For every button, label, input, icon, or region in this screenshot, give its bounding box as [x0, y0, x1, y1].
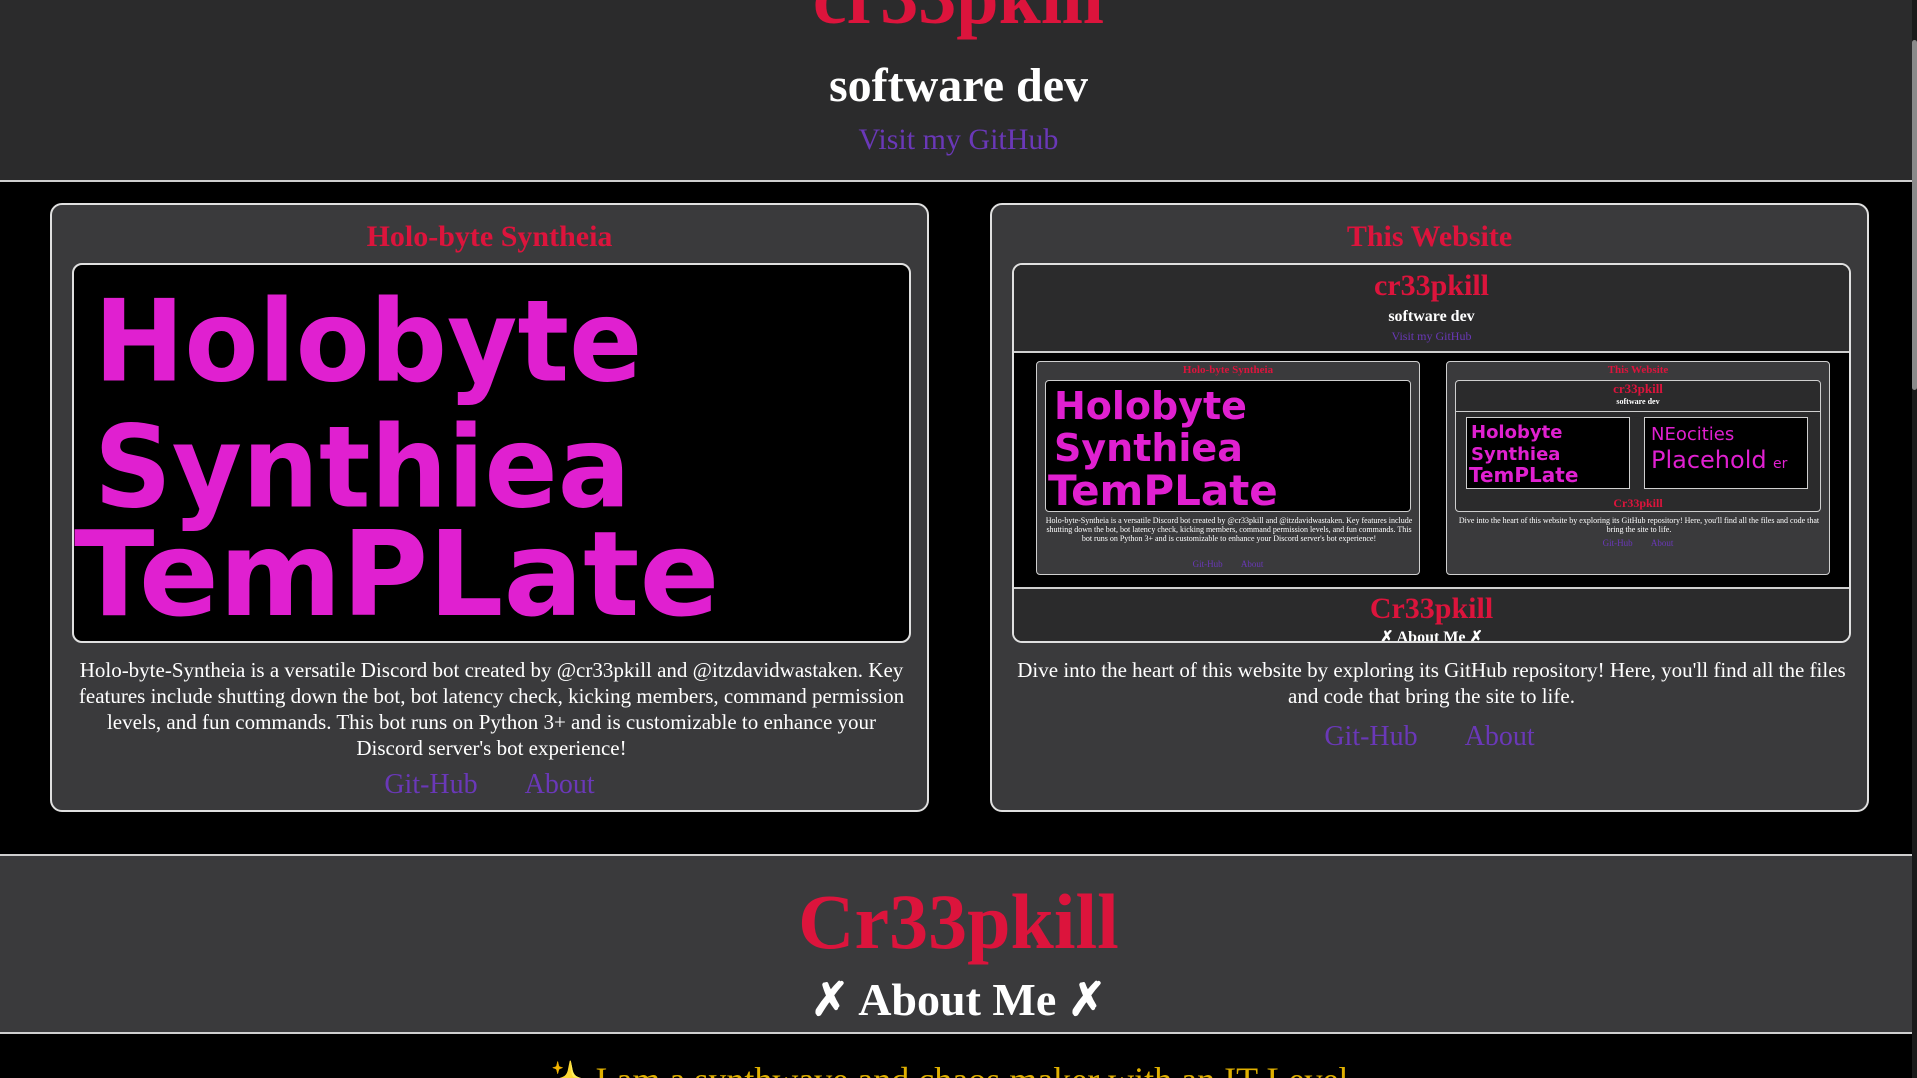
preview-image-line-1: Holobyte	[1054, 384, 1247, 428]
card-links: Git-Hub About	[992, 721, 1867, 753]
nested-footer-title: Cr33pkill	[1613, 496, 1663, 510]
preview-card-website: This Website cr33pkill software dev Holo…	[1446, 361, 1830, 575]
nested-subtitle: software dev	[1616, 397, 1660, 406]
about-title: Cr33pkill	[798, 878, 1119, 965]
preview-card-title: Holo-byte Syntheia	[1182, 364, 1274, 376]
preview-nested-site: cr33pkill software dev Holobyte Synthiea…	[1455, 380, 1821, 512]
project-card-website: This Website cr33pkill software dev Visi…	[990, 203, 1869, 812]
preview-footer: Cr33pkill ✗ About Me ✗	[1014, 587, 1849, 643]
about-teaser-text: ✨ I am a synthwave and chaos maker with …	[0, 1060, 1917, 1078]
neocities-line-2: Placehold	[1651, 446, 1767, 474]
preview-card-links: Git-Hub About	[1037, 559, 1419, 569]
preview-footer-title: Cr33pkill	[1369, 592, 1494, 625]
preview-about-link: About	[1240, 559, 1264, 569]
site-subtitle: software dev	[828, 59, 1089, 112]
neocities-line-1: NEocities	[1651, 424, 1734, 445]
preview-github-link: Git-Hub	[1192, 559, 1223, 569]
image-line-1: Holobyte	[94, 276, 642, 408]
site-header: cr33pkill software dev Visit my GitHub	[0, 0, 1917, 182]
nested-image-line-1: Holobyte	[1471, 422, 1562, 443]
preview-card-holobyte: Holo-byte Syntheia Holobyte Synthiea Tem…	[1036, 361, 1420, 575]
preview-subtitle: software dev	[1388, 308, 1475, 325]
nested-image-line-2: Synthiea	[1471, 444, 1560, 465]
github-link[interactable]: Visit my GitHub	[0, 122, 1917, 158]
page: cr33pkill software dev Visit my GitHub H…	[0, 0, 1917, 1078]
card-title: This Website	[1346, 220, 1513, 253]
holobyte-image: Holobyte Synthiea TemPLate	[72, 263, 911, 643]
github-link[interactable]: Git-Hub	[384, 769, 477, 800]
nested-neocities-image: NEocities Placehold er	[1644, 417, 1808, 489]
card-links: Git-Hub About	[52, 769, 927, 801]
card-description: Holo-byte-Syntheia is a versatile Discor…	[78, 658, 905, 760]
preview-header: cr33pkill software dev Visit my GitHub	[1014, 265, 1849, 353]
about-subtitle: ✗ About Me ✗	[810, 974, 1107, 1025]
preview-card-title: This Website	[1607, 364, 1669, 376]
preview-holobyte-image: Holobyte Synthiea TemPLate	[1045, 380, 1411, 512]
preview-image-line-3: TemPLate	[1048, 466, 1278, 512]
preview-about-link: About	[1650, 538, 1674, 548]
nested-image-line-3: TemPLate	[1469, 463, 1578, 487]
nested-title: cr33pkill	[1613, 381, 1663, 396]
preview-image-line-2: Synthiea	[1054, 426, 1243, 470]
preview-title: cr33pkill	[1373, 269, 1489, 302]
about-link[interactable]: About	[1465, 721, 1535, 752]
card-title: Holo-byte Syntheia	[366, 220, 613, 253]
image-line-3: TemPLate	[74, 505, 720, 643]
project-card-holobyte: Holo-byte Syntheia Holobyte Synthiea Tem…	[50, 203, 929, 812]
preview-card-desc: Dive into the heart of this website by e…	[1458, 516, 1820, 534]
site-title: cr33pkill	[0, 0, 1917, 36]
nested-holobyte-image: Holobyte Synthiea TemPLate	[1466, 417, 1630, 489]
preview-github-link: Visit my GitHub	[1391, 329, 1472, 343]
neocities-line-3: er	[1773, 456, 1788, 472]
preview-card-links: Git-Hub About	[1447, 538, 1829, 548]
preview-github-link: Git-Hub	[1602, 538, 1633, 548]
card-description: Dive into the heart of this website by e…	[1017, 658, 1846, 708]
github-link[interactable]: Git-Hub	[1324, 721, 1417, 752]
scrollbar-thumb[interactable]	[1912, 40, 1917, 390]
about-link[interactable]: About	[525, 769, 595, 800]
about-section: Cr33pkill ✗ About Me ✗	[0, 854, 1917, 1034]
nested-divider	[1456, 411, 1820, 412]
preview-card-desc: Holo-byte-Syntheia is a versatile Discor…	[1045, 516, 1413, 543]
preview-footer-subtitle: ✗ About Me ✗	[1380, 629, 1483, 643]
website-preview-image: cr33pkill software dev Visit my GitHub H…	[1012, 263, 1851, 643]
